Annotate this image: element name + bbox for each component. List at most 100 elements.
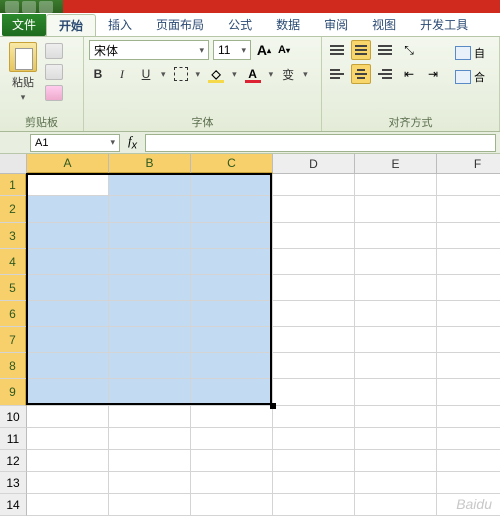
qat-redo-icon[interactable] (39, 1, 53, 13)
formula-bar[interactable] (145, 134, 496, 152)
file-tab[interactable]: 文件 (2, 14, 46, 36)
cell[interactable] (355, 406, 437, 428)
cell[interactable] (27, 327, 109, 353)
tab-视图[interactable]: 视图 (360, 14, 408, 36)
cell[interactable] (109, 406, 191, 428)
fx-icon[interactable]: fx (128, 133, 137, 152)
tab-开发工具[interactable]: 开发工具 (408, 14, 480, 36)
cell[interactable] (355, 353, 437, 379)
row-header[interactable]: 7 (0, 327, 27, 353)
cell[interactable] (273, 406, 355, 428)
row-header[interactable]: 10 (0, 406, 27, 428)
column-header[interactable]: C (191, 154, 273, 174)
cell[interactable] (437, 301, 500, 327)
cell[interactable] (437, 428, 500, 450)
cell[interactable] (27, 428, 109, 450)
column-header[interactable]: A (27, 154, 109, 174)
tab-审阅[interactable]: 审阅 (312, 14, 360, 36)
cell[interactable] (27, 472, 109, 494)
column-header[interactable]: F (437, 154, 500, 174)
row-header[interactable]: 12 (0, 450, 27, 472)
cell[interactable] (109, 379, 191, 406)
row-header[interactable]: 8 (0, 353, 27, 379)
shrink-font-button[interactable]: A▾ (275, 40, 293, 60)
align-center-button[interactable] (351, 64, 371, 84)
cell[interactable] (437, 174, 500, 196)
row-header[interactable]: 3 (0, 223, 27, 249)
row-header[interactable]: 6 (0, 301, 27, 327)
cut-icon[interactable] (45, 43, 63, 59)
cell[interactable] (27, 249, 109, 275)
cell[interactable] (273, 428, 355, 450)
wrap-text-button[interactable]: 自 (451, 43, 489, 63)
increase-indent-button[interactable]: ⇥ (423, 64, 443, 84)
cell[interactable] (27, 494, 109, 516)
cell[interactable] (355, 196, 437, 223)
bold-button[interactable]: B (89, 64, 107, 84)
tab-数据[interactable]: 数据 (264, 14, 312, 36)
cell[interactable] (191, 196, 273, 223)
cell[interactable] (191, 353, 273, 379)
row-header[interactable]: 1 (0, 174, 27, 196)
cell[interactable] (273, 494, 355, 516)
cell[interactable] (109, 249, 191, 275)
cell[interactable] (355, 472, 437, 494)
phonetic-button[interactable]: 变 (279, 64, 297, 84)
cell[interactable] (27, 379, 109, 406)
cell[interactable] (191, 406, 273, 428)
row-header[interactable]: 5 (0, 275, 27, 301)
cell[interactable] (273, 249, 355, 275)
align-bottom-button[interactable] (375, 40, 395, 60)
cell[interactable] (109, 327, 191, 353)
cell[interactable] (27, 174, 109, 196)
cell[interactable] (437, 223, 500, 249)
align-right-button[interactable] (375, 64, 395, 84)
cell[interactable] (109, 494, 191, 516)
qat-undo-icon[interactable] (22, 1, 36, 13)
cell[interactable] (355, 450, 437, 472)
cell[interactable] (355, 249, 437, 275)
tab-页面布局[interactable]: 页面布局 (144, 14, 216, 36)
orientation-button[interactable]: ⤡ (399, 40, 419, 60)
cell[interactable] (273, 301, 355, 327)
cell[interactable] (191, 494, 273, 516)
row-header[interactable]: 14 (0, 494, 27, 516)
align-middle-button[interactable] (351, 40, 371, 60)
cell[interactable] (27, 406, 109, 428)
row-header[interactable]: 13 (0, 472, 27, 494)
tab-公式[interactable]: 公式 (216, 14, 264, 36)
cell[interactable] (191, 327, 273, 353)
cell[interactable] (355, 494, 437, 516)
cell[interactable] (191, 428, 273, 450)
cell[interactable] (27, 275, 109, 301)
cell[interactable] (273, 196, 355, 223)
grow-font-button[interactable]: A▴ (255, 40, 273, 60)
column-header[interactable]: E (355, 154, 437, 174)
italic-button[interactable]: I (113, 64, 131, 84)
font-name-combo[interactable]: 宋体 ▾ (89, 40, 209, 60)
cell[interactable] (437, 472, 500, 494)
column-header[interactable]: D (273, 154, 355, 174)
cell[interactable] (273, 275, 355, 301)
cell[interactable] (109, 301, 191, 327)
cell[interactable] (109, 472, 191, 494)
cell[interactable] (109, 196, 191, 223)
row-header[interactable]: 4 (0, 249, 27, 275)
cell[interactable] (355, 428, 437, 450)
cell[interactable] (191, 249, 273, 275)
cell[interactable] (437, 196, 500, 223)
fill-handle[interactable] (270, 403, 276, 409)
cell[interactable] (273, 223, 355, 249)
column-header[interactable]: B (109, 154, 191, 174)
cell[interactable] (355, 379, 437, 406)
chevron-down-icon[interactable]: ▾ (232, 69, 237, 80)
cell[interactable] (109, 428, 191, 450)
copy-icon[interactable] (45, 64, 63, 80)
font-color-button[interactable]: A (243, 65, 263, 83)
cell[interactable] (273, 379, 355, 406)
cell[interactable] (191, 472, 273, 494)
tab-插入[interactable]: 插入 (96, 14, 144, 36)
cell[interactable] (109, 450, 191, 472)
cell[interactable] (109, 174, 191, 196)
cell[interactable] (27, 353, 109, 379)
